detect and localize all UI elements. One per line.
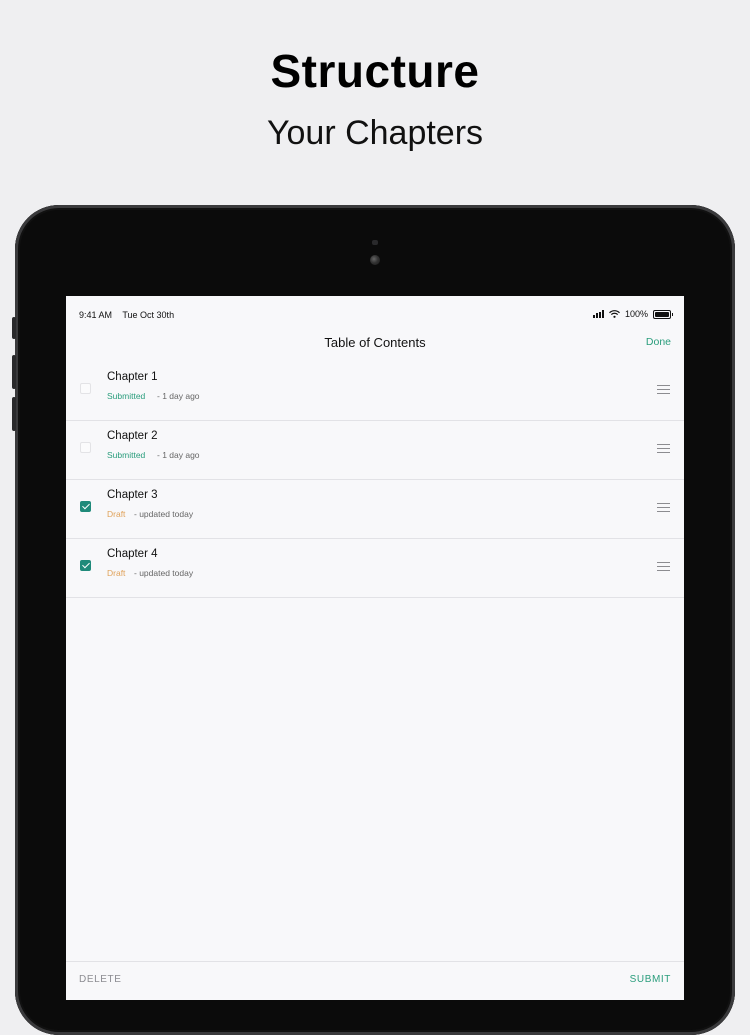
- reorder-handle-icon[interactable]: [657, 385, 670, 394]
- chapter-checkbox[interactable]: [80, 442, 91, 453]
- chapter-title: Chapter 4: [107, 548, 158, 560]
- chapter-status-label: Draft: [107, 568, 126, 578]
- reorder-handle-icon[interactable]: [657, 562, 670, 571]
- list-item[interactable]: Chapter 3 Draft - updated today: [66, 480, 684, 539]
- list-item[interactable]: Chapter 1 Submitted - 1 day ago: [66, 362, 684, 421]
- chapter-updated-time: - updated today: [134, 509, 194, 519]
- side-button: [12, 317, 16, 339]
- submit-button[interactable]: SUBMIT: [630, 974, 671, 985]
- battery-icon: [653, 309, 673, 319]
- page-title: Table of Contents: [324, 335, 426, 350]
- navigation-bar: Table of Contents Done: [66, 326, 684, 363]
- battery-percent: 100%: [624, 309, 648, 319]
- status-time: 9:41 AM: [79, 310, 113, 320]
- cellular-signal-icon: [592, 310, 604, 318]
- delete-button[interactable]: DELETE: [79, 974, 122, 985]
- list-item[interactable]: Chapter 2 Submitted - 1 day ago: [66, 421, 684, 480]
- volume-up-button: [12, 355, 16, 389]
- chapter-title: Chapter 2: [107, 430, 158, 442]
- chapter-title: Chapter 1: [107, 371, 158, 383]
- camera-icon: [370, 255, 380, 265]
- chapter-status-label: Submitted: [107, 391, 146, 401]
- chapter-status-label: Submitted: [107, 450, 146, 460]
- chapter-status-label: Draft: [107, 509, 126, 519]
- reorder-handle-icon[interactable]: [657, 503, 670, 512]
- status-date: Tue Oct 30th: [122, 310, 175, 320]
- marketing-headline: Structure: [270, 45, 480, 97]
- chapter-updated-time: - 1 day ago: [157, 391, 200, 401]
- wifi-icon: [609, 310, 620, 318]
- list-item[interactable]: Chapter 4 Draft - updated today: [66, 539, 684, 598]
- marketing-subheadline: Your Chapters: [266, 114, 484, 152]
- reorder-handle-icon[interactable]: [657, 444, 670, 453]
- done-button[interactable]: Done: [646, 336, 671, 348]
- chapter-checkbox[interactable]: [80, 560, 91, 571]
- chapter-list: Chapter 1 Submitted - 1 day ago Chapter 2 Su…: [66, 362, 684, 598]
- bottom-toolbar: DELETE SUBMIT: [66, 961, 684, 1000]
- app-screen: 9:41 AM Tue Oct 30th 100% Table of Conte…: [66, 296, 684, 1000]
- chapter-title: Chapter 3: [107, 489, 158, 501]
- chapter-updated-time: - 1 day ago: [157, 450, 200, 460]
- sensor-icon: [372, 240, 378, 245]
- chapter-checkbox[interactable]: [80, 383, 91, 394]
- chapter-updated-time: - updated today: [134, 568, 194, 578]
- chapter-checkbox[interactable]: [80, 501, 91, 512]
- volume-down-button: [12, 397, 16, 431]
